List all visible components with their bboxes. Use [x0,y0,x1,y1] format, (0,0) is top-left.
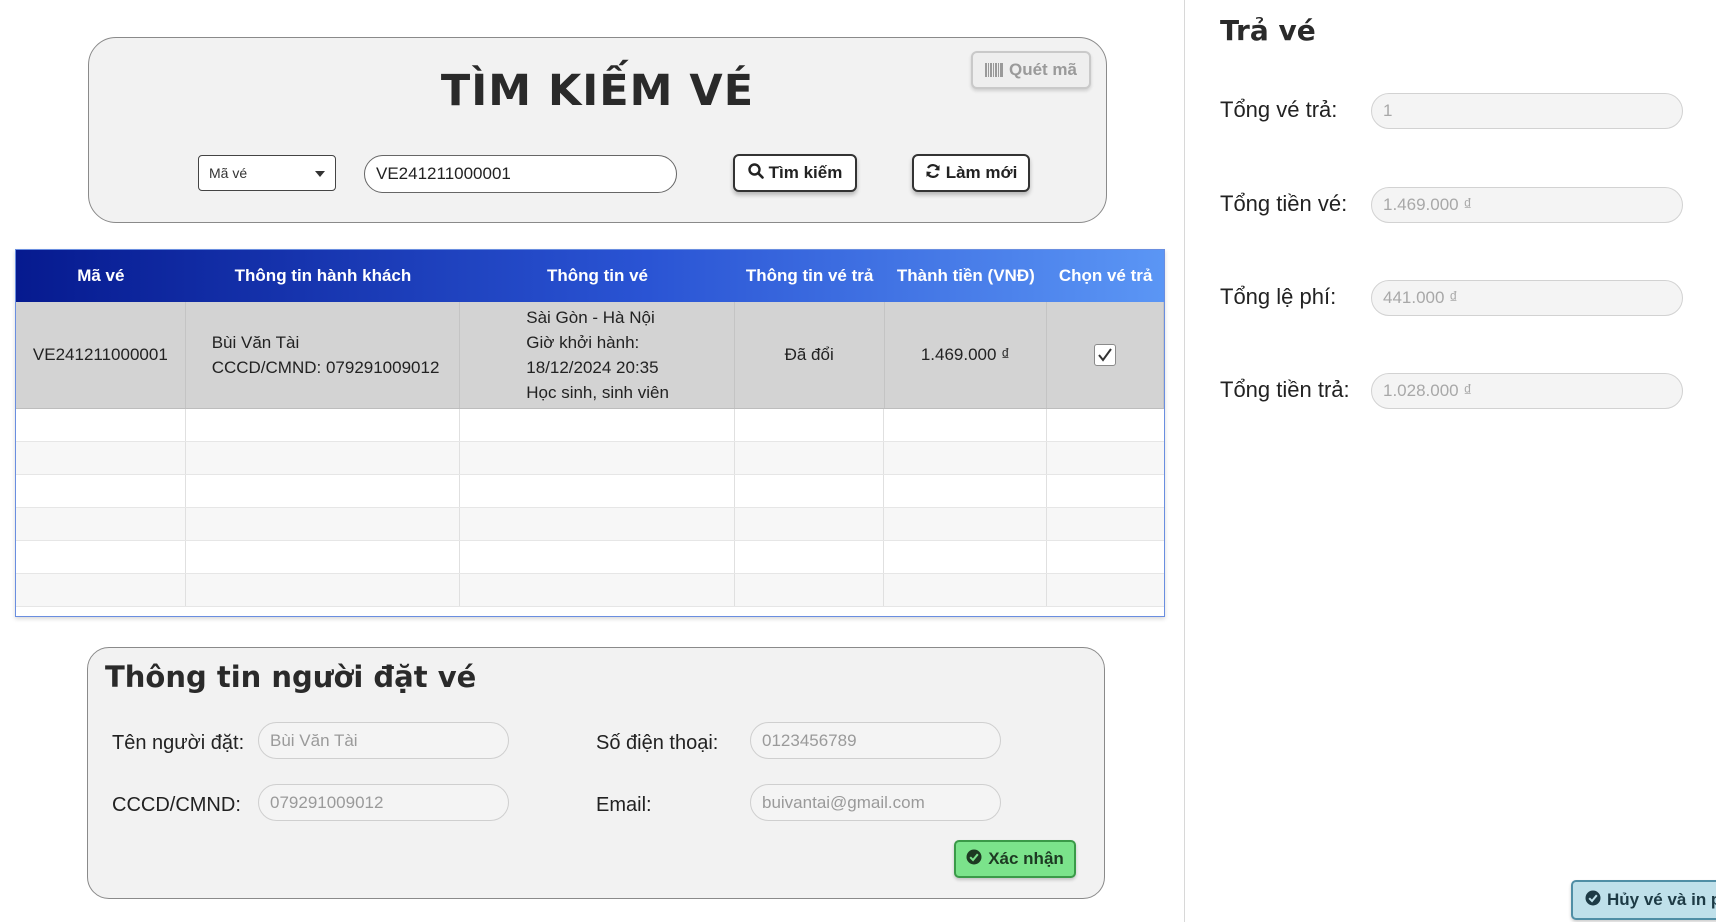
booker-info-panel: Thông tin người đặt vé Tên người đặt: Bù… [87,647,1105,899]
ticket-route: Sài Gòn - Hà Nội [526,308,655,327]
table-body: VE241211000001 Bùi Văn Tài CCCD/CMND: 07… [16,302,1164,607]
table-row[interactable]: VE241211000001 Bùi Văn Tài CCCD/CMND: 07… [16,302,1164,409]
total-refund-field[interactable]: 1.028.000 ₫ [1371,373,1683,409]
table-header: Mã vé Thông tin hành khách Thông tin vé … [16,250,1164,302]
table-row-empty [16,475,1164,508]
booker-id-value: 079291009012 [270,792,384,812]
passenger-id: CCCD/CMND: 079291009012 [211,358,440,377]
column-header-ticket-id[interactable]: Mã vé [16,250,186,302]
table-row-empty [16,442,1164,475]
search-button[interactable]: Tìm kiếm [733,154,857,192]
total-price-field[interactable]: 1.469.000 ₫ [1371,187,1683,223]
panel-divider [1184,0,1185,922]
cancel-and-print-label: Hủy vé và in p [1607,890,1716,909]
column-header-passenger[interactable]: Thông tin hành khách [186,250,461,302]
total-refund-value: 1.028.000 ₫ [1383,381,1473,400]
total-price-label: Tổng tiền vé: [1220,191,1348,216]
total-refund-label: Tổng tiền trả: [1220,377,1350,402]
cell-ticket-info: Sài Gòn - Hà Nội Giờ khởi hành: 18/12/20… [460,302,735,408]
table-row-empty [16,541,1164,574]
column-header-ticket-info[interactable]: Thông tin vé [460,250,735,302]
refresh-button-label: Làm mới [945,163,1018,182]
page-title: TÌM KIẾM VÉ [440,66,755,116]
total-price-value: 1.469.000 ₫ [1383,195,1473,214]
cell-passenger: Bùi Văn Tài CCCD/CMND: 079291009012 [186,302,461,408]
search-type-select[interactable]: Mã vé [198,155,336,191]
passenger-name: Bùi Văn Tài [211,333,300,352]
barcode-icon [984,63,1003,77]
refund-title: Trả vé [1220,14,1316,47]
total-tickets-value: 1 [1383,101,1393,120]
booker-info-title: Thông tin người đặt vé [105,660,477,694]
chevron-down-icon [315,171,325,177]
total-fee-value: 441.000 ₫ [1383,288,1458,307]
booker-phone-field[interactable]: 0123456789 [750,722,1001,759]
check-circle-icon [966,849,982,870]
checkmark-icon [1098,348,1112,362]
table-row-empty [16,574,1164,607]
total-fee-field[interactable]: 441.000 ₫ [1371,280,1683,316]
check-circle-icon [1585,890,1601,911]
booker-phone-value: 0123456789 [762,730,857,750]
column-header-select[interactable]: Chọn vé trả [1047,250,1164,302]
departure-label: Giờ khởi hành: [526,333,640,352]
cell-amount: 1.469.000 ₫ [885,302,1048,408]
booker-email-field[interactable]: buivantai@gmail.com [750,784,1001,821]
search-panel: TÌM KIẾM VÉ Quét mã Mã vé VE241211000001 [88,37,1107,223]
ticket-table: Mã vé Thông tin hành khách Thông tin vé … [15,249,1165,617]
cell-ticket-id: VE241211000001 [16,302,186,408]
booker-id-field[interactable]: 079291009012 [258,784,509,821]
booker-email-value: buivantai@gmail.com [762,792,925,812]
booker-name-label: Tên người đặt: [112,732,245,754]
refresh-icon [925,163,941,184]
total-fee-label: Tổng lệ phí: [1220,284,1337,309]
search-button-label: Tìm kiếm [768,163,843,182]
cell-refund-status: Đã đổi [735,302,885,408]
column-header-amount[interactable]: Thành tiền (VNĐ) [884,250,1047,302]
select-refund-checkbox[interactable] [1094,344,1117,366]
booker-email-label: Email: [596,794,652,816]
table-row-empty [16,409,1164,442]
search-input-value: VE241211000001 [376,164,511,183]
ticket-type: Học sinh, sinh viên [526,383,669,402]
booker-name-value: Bùi Văn Tài [270,730,358,750]
total-tickets-label: Tổng vé trả: [1220,97,1338,122]
search-icon [747,162,764,184]
booker-name-field[interactable]: Bùi Văn Tài [258,722,509,759]
scan-code-label: Quét mã [1008,60,1078,79]
scan-code-button[interactable]: Quét mã [971,51,1091,89]
table-row-empty [16,508,1164,541]
confirm-button[interactable]: Xác nhận [954,840,1076,878]
search-input[interactable]: VE241211000001 [364,155,677,193]
search-type-value: Mã vé [209,165,248,181]
column-header-refund-info[interactable]: Thông tin vé trả [735,250,885,302]
booker-phone-label: Số điện thoại: [596,732,719,754]
confirm-button-label: Xác nhận [988,849,1064,868]
total-tickets-field[interactable]: 1 [1371,93,1683,129]
refresh-button[interactable]: Làm mới [912,154,1030,192]
cancel-and-print-button[interactable]: Hủy vé và in p [1571,880,1716,920]
departure-time: 18/12/2024 20:35 [526,358,659,377]
booker-id-label: CCCD/CMND: [112,794,241,816]
cell-select [1047,302,1164,408]
